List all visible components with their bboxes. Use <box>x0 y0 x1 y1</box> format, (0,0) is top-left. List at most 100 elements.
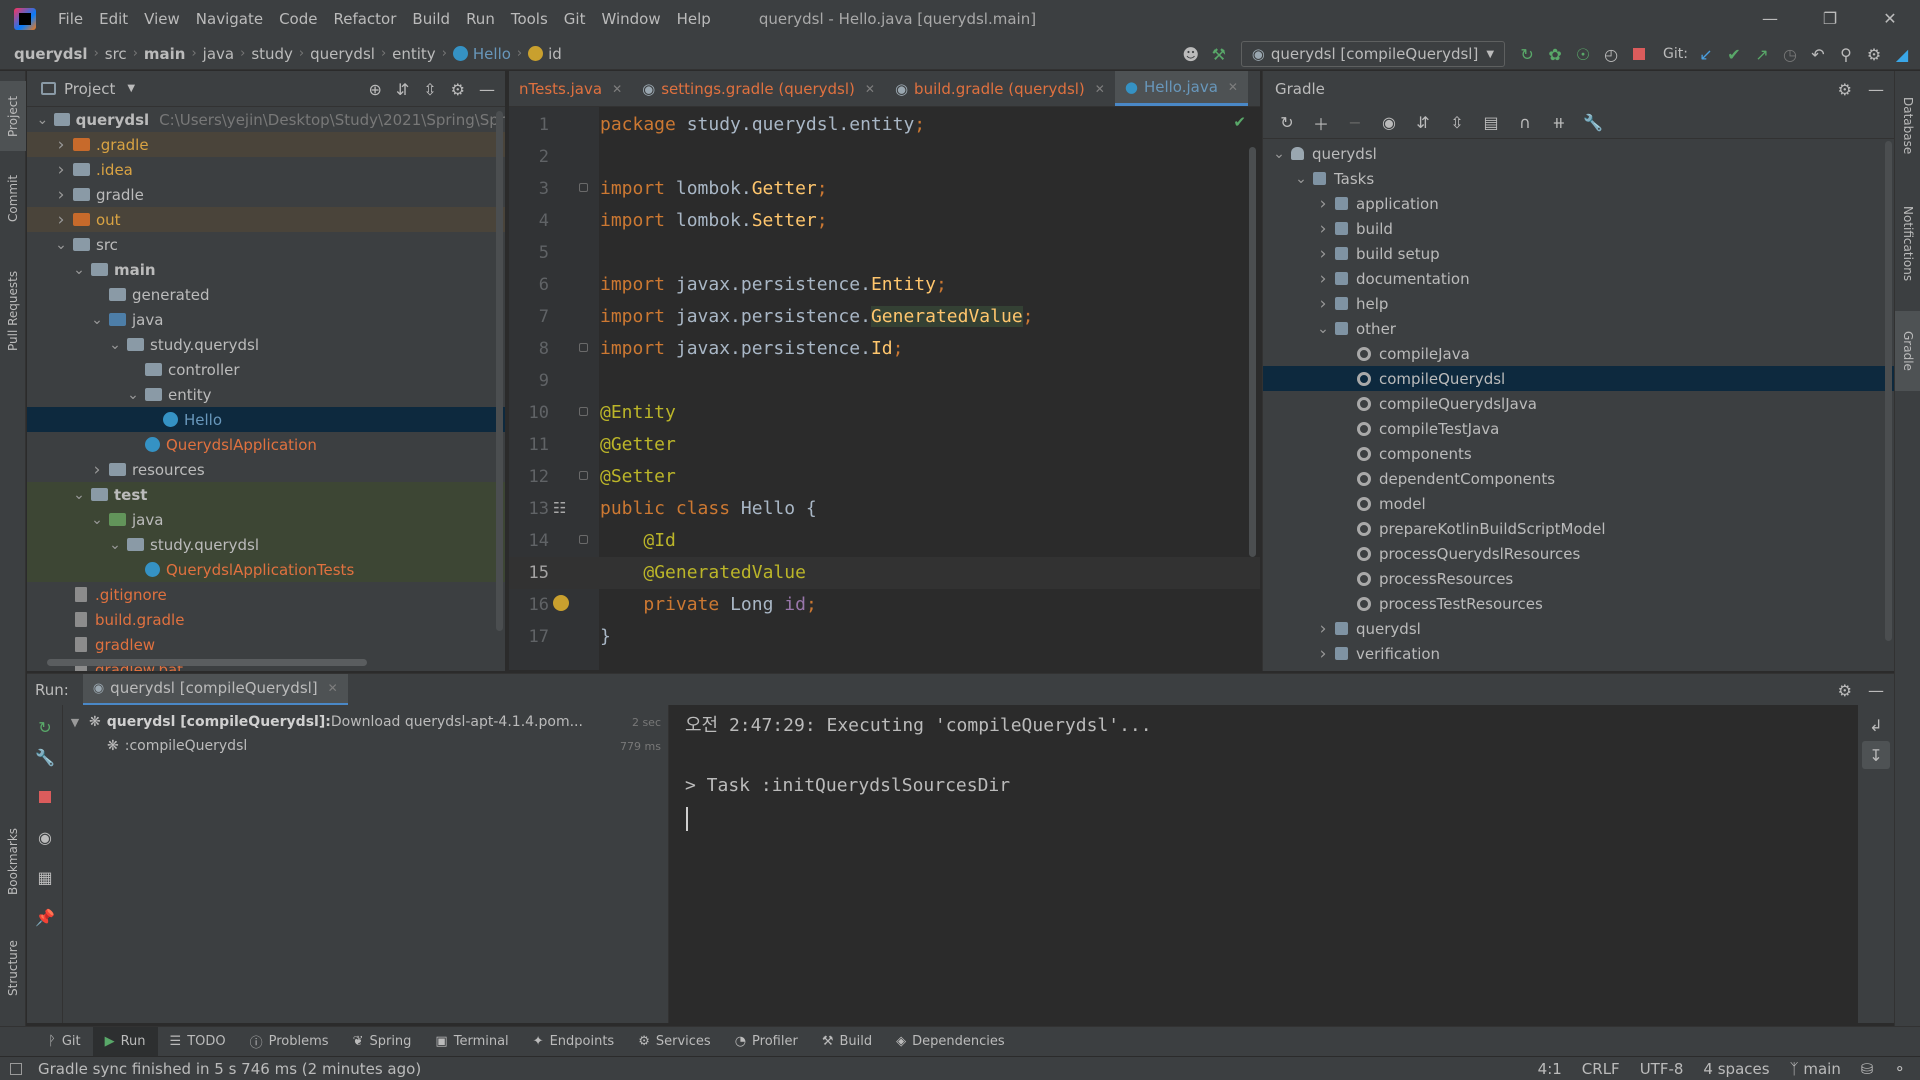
git-update-icon[interactable]: ↙ <box>1692 40 1720 68</box>
gradle-tree-item[interactable]: components <box>1263 441 1894 466</box>
gradle-tree-item[interactable]: › build <box>1263 216 1894 241</box>
user-icon[interactable]: ☻ <box>1177 40 1205 68</box>
project-tree-item[interactable]: › .gradle <box>27 132 505 157</box>
tool-tab-terminal[interactable]: ▣ Terminal <box>423 1027 520 1057</box>
chevron-right-icon[interactable]: › <box>1315 194 1331 214</box>
chevron-down-icon[interactable]: ⌄ <box>1271 146 1287 162</box>
chevron-down-icon[interactable]: ⌄ <box>71 487 87 503</box>
tool-tab-todo[interactable]: ☰ TODO <box>158 1027 238 1057</box>
chevron-down-icon[interactable]: ⌄ <box>107 337 123 353</box>
vertical-scrollbar[interactable] <box>496 111 503 631</box>
stop-icon[interactable] <box>31 783 59 811</box>
chevron-right-icon[interactable]: › <box>1315 219 1331 239</box>
add-icon[interactable]: ＋ <box>1307 109 1335 137</box>
project-tree-item[interactable]: ⌄ querydsl C:\Users\yejin\Desktop\Study\20… <box>27 107 505 132</box>
breadcrumb-item[interactable]: querydsl <box>304 45 381 63</box>
project-tree-item[interactable]: ⌄ java <box>27 507 505 532</box>
project-tree-item[interactable]: ⌄ src <box>27 232 505 257</box>
expand-all-icon[interactable]: ⇵ <box>1409 109 1437 137</box>
editor-scrollbar[interactable] <box>1249 147 1256 557</box>
menu-tools[interactable]: Tools <box>503 0 556 38</box>
tool-tab-spring[interactable]: ❦ Spring <box>341 1027 424 1057</box>
menu-git[interactable]: Git <box>556 0 594 38</box>
horizontal-scrollbar[interactable] <box>47 659 367 666</box>
remove-icon[interactable]: − <box>1341 109 1369 137</box>
tab-gradle[interactable]: Gradle <box>1895 311 1920 391</box>
editor-tab[interactable]: ◉ settings.gradle (querydsl) ✕ <box>632 71 885 106</box>
breadcrumb-item[interactable]: id <box>522 45 568 63</box>
gradle-tree-item[interactable]: ⌄ querydsl <box>1263 141 1894 166</box>
wrench-icon[interactable]: 🔧 <box>1579 109 1607 137</box>
tool-tab-run[interactable]: ▶ Run <box>92 1026 158 1057</box>
gear-icon[interactable]: ⚙ <box>1838 80 1852 99</box>
project-tree-item[interactable]: › out <box>27 207 505 232</box>
gradle-tree-item[interactable]: processQuerydslResources <box>1263 541 1894 566</box>
project-tree-item[interactable]: ⌄ java <box>27 307 505 332</box>
chevron-right-icon[interactable]: › <box>53 210 69 230</box>
gradle-tree-item[interactable]: prepareKotlinBuildScriptModel <box>1263 516 1894 541</box>
project-tree-item[interactable]: Hello <box>27 407 505 432</box>
chevron-right-icon[interactable]: › <box>1315 619 1331 639</box>
chevron-down-icon[interactable]: ▼ <box>127 83 135 94</box>
chevron-down-icon[interactable]: ⌄ <box>1315 321 1331 337</box>
rerun-icon[interactable]: ↻ <box>1513 40 1541 68</box>
breadcrumb-item[interactable]: Hello <box>447 45 517 63</box>
gradle-tree-item[interactable]: model <box>1263 491 1894 516</box>
project-tree-item[interactable]: controller <box>27 357 505 382</box>
breadcrumb-item[interactable]: querydsl <box>8 45 94 63</box>
project-tree-item[interactable]: › .idea <box>27 157 505 182</box>
breadcrumb-item[interactable]: java <box>197 45 240 63</box>
chevron-right-icon[interactable]: › <box>1315 294 1331 314</box>
chevron-right-icon[interactable]: › <box>53 160 69 180</box>
project-tree-item[interactable]: QuerydslApplicationTests <box>27 557 505 582</box>
gradle-tree-item[interactable]: › documentation <box>1263 266 1894 291</box>
caret-position[interactable]: 4:1 <box>1528 1060 1572 1078</box>
gradle-tree-item[interactable]: › querydsl <box>1263 616 1894 641</box>
gradle-tree-item[interactable]: › verification <box>1263 641 1894 666</box>
gradle-tree-item[interactable]: processResources <box>1263 566 1894 591</box>
menu-view[interactable]: View <box>136 0 188 38</box>
menu-navigate[interactable]: Navigate <box>188 0 271 38</box>
restore-icon[interactable]: ❐ <box>1800 0 1860 38</box>
tab-database[interactable]: Database <box>1895 81 1920 171</box>
execute-task-icon[interactable]: ◉ <box>1375 109 1403 137</box>
search-icon[interactable]: ⚲ <box>1832 40 1860 68</box>
line-separator[interactable]: CRLF <box>1572 1060 1630 1078</box>
gear-icon[interactable]: ⚙ <box>451 80 465 99</box>
project-tree-item[interactable]: .gitignore <box>27 582 505 607</box>
project-tree-item[interactable]: ⌄ entity <box>27 382 505 407</box>
scroll-to-end-icon[interactable]: ↧ <box>1862 741 1890 769</box>
close-icon[interactable]: ✕ <box>1860 0 1920 38</box>
minimize-icon[interactable]: — <box>1740 0 1800 38</box>
vertical-scrollbar[interactable] <box>1885 141 1892 641</box>
run-tree-row[interactable]: ▼ ❋ querydsl [compileQuerydsl]: Download… <box>67 711 667 733</box>
project-tree-item[interactable]: › gradle <box>27 182 505 207</box>
gradle-tree-item[interactable]: › help <box>1263 291 1894 316</box>
chevron-right-icon[interactable]: › <box>53 135 69 155</box>
intellij-logo-icon[interactable] <box>14 8 36 30</box>
breadcrumb-item[interactable]: src <box>99 45 133 63</box>
debug-icon[interactable]: ✿ <box>1541 40 1569 68</box>
project-tree-item[interactable]: ⌄ study.querydsl <box>27 332 505 357</box>
collapse-all-icon[interactable]: ⇳ <box>423 80 436 99</box>
soft-wrap-icon[interactable]: ↲ <box>1862 711 1890 739</box>
gradle-tree-item[interactable]: ⌄ Tasks <box>1263 166 1894 191</box>
project-tree-item[interactable]: generated <box>27 282 505 307</box>
project-tree-item[interactable]: build.gradle <box>27 607 505 632</box>
profile-icon[interactable]: ◴ <box>1597 40 1625 68</box>
editor-tab[interactable]: ● Hello.java ✕ <box>1114 71 1248 106</box>
tool-tab-git[interactable]: ᚹ Git <box>36 1027 93 1057</box>
tool-tab-problems[interactable]: ⓘ Problems <box>238 1027 341 1057</box>
menu-run[interactable]: Run <box>458 0 503 38</box>
gradle-tree-item[interactable]: compileQuerydslJava <box>1263 391 1894 416</box>
expand-all-icon[interactable]: ⇵ <box>396 80 409 99</box>
layout-icon[interactable]: ▦ <box>31 863 59 891</box>
code-editor[interactable]: ☷ 1 package study.querydsl.entity; 2 3 impor… <box>509 107 1260 670</box>
chevron-down-icon[interactable]: ▼ <box>67 716 83 729</box>
project-tree-item[interactable]: ⌄ test <box>27 482 505 507</box>
chevron-right-icon[interactable]: › <box>1315 269 1331 289</box>
menu-build[interactable]: Build <box>404 0 458 38</box>
eye-icon[interactable]: ◉ <box>31 823 59 851</box>
toggle-skip-tests-icon[interactable]: ⧺ <box>1545 109 1573 137</box>
project-tree-item[interactable]: QuerydslApplication <box>27 432 505 457</box>
